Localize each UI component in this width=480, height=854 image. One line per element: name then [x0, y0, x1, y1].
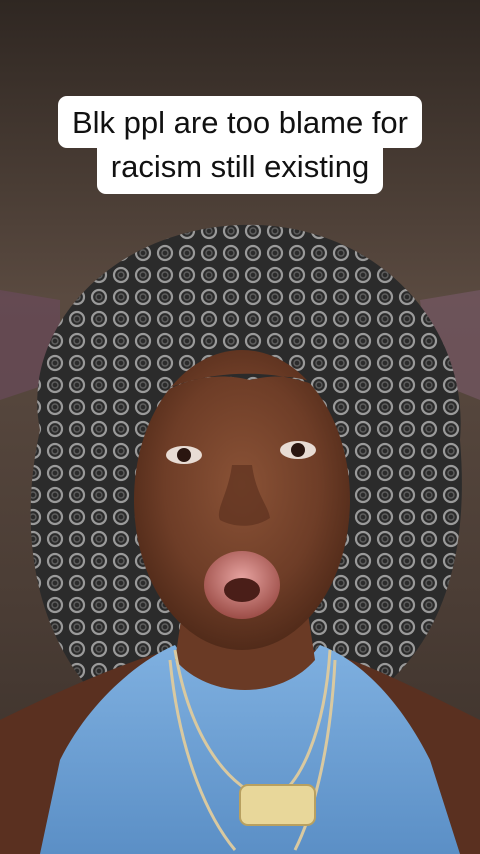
caption-overlay: Blk ppl are too blame for racism still e… [0, 96, 480, 194]
caption-line-1: Blk ppl are too blame for [57, 96, 422, 148]
caption-line-2: racism still existing [96, 142, 384, 194]
video-frame: Blk ppl are too blame for racism still e… [0, 0, 480, 854]
